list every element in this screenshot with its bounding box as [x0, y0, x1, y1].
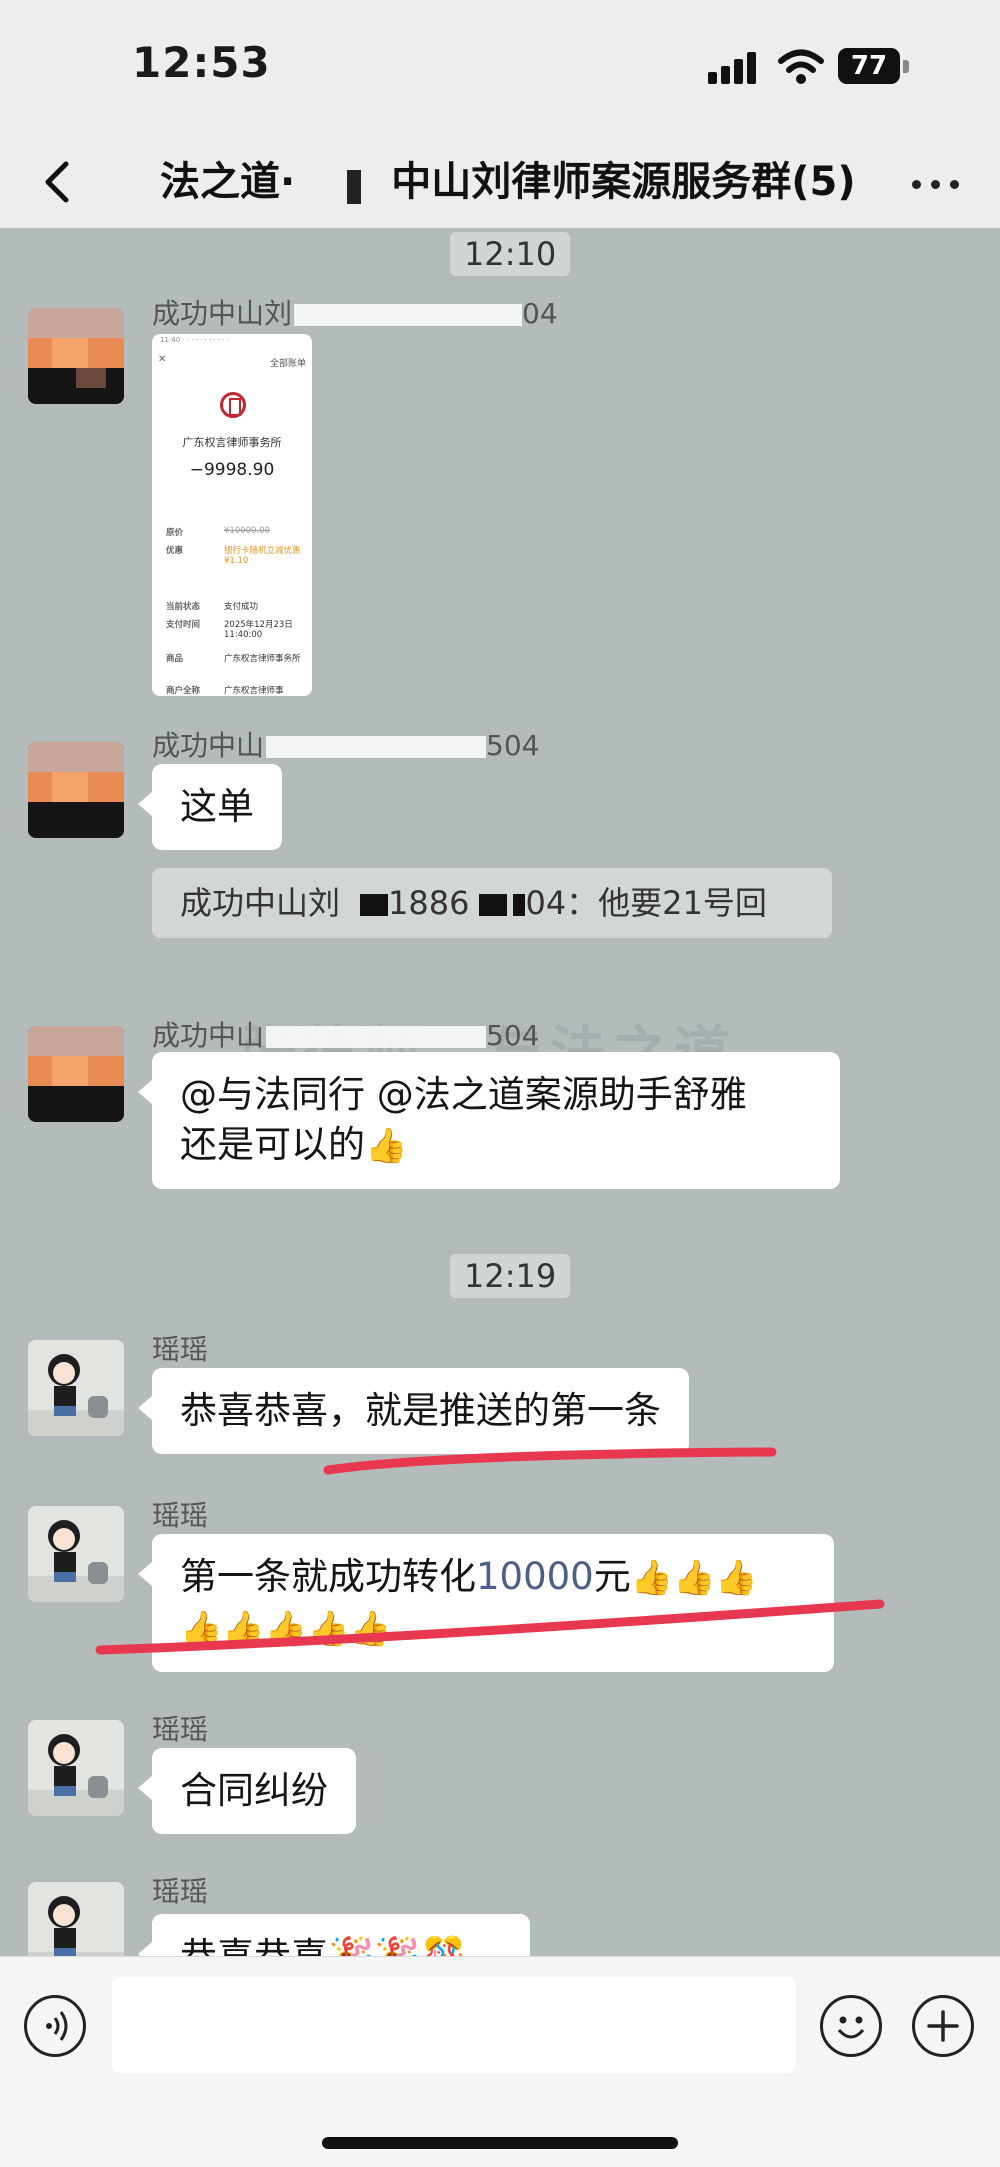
thumbs-up-emoji: 👍: [673, 1558, 716, 1598]
message-bubble[interactable]: @与法同行 @法之道案源助手舒雅 还是可以的👍: [138, 1052, 840, 1189]
chat-title-suffix: 中山刘律师案源服务群(5): [391, 159, 856, 205]
girl-avatar-icon: [28, 1882, 124, 1956]
sender-name: 成功中山 504: [152, 1019, 540, 1052]
status-bar: 12:53 77: [0, 0, 1000, 140]
receipt-row: 商品 广东权言律师事务所: [166, 654, 301, 664]
thumbs-up-emoji: 👍: [630, 1558, 674, 1598]
thumbs-up-emoji: 👍: [349, 1609, 392, 1649]
avatar[interactable]: [28, 1340, 124, 1436]
receipt-amount: −9998.90: [189, 460, 275, 480]
party-emoji: 🎉🎉🎊: [328, 1935, 466, 1956]
receipt-statusbar: 11:40 · · · · · · · · · · ·: [160, 336, 230, 344]
signal-icon: [708, 52, 762, 84]
sender-name: 瑶瑶: [152, 1499, 209, 1532]
quoted-message[interactable]: 成功中山刘 1886 04：他要21号回: [152, 868, 832, 938]
emoji-icon[interactable]: [820, 1995, 882, 2057]
avatar[interactable]: [28, 742, 124, 838]
message-line: 👍👍👍👍👍: [180, 1603, 806, 1654]
receipt-image[interactable]: 11:40 · · · · · · · · · · · ✕ 全部账单 广东权言律…: [152, 334, 312, 696]
message-bubble[interactable]: 合同纠纷: [138, 1748, 356, 1834]
thumbs-up-emoji: 👍: [222, 1609, 265, 1649]
thumbs-up-emoji: 👍: [264, 1609, 308, 1649]
girl-avatar-icon: [28, 1340, 124, 1436]
wifi-icon: [778, 49, 824, 84]
receipt-all-bills: 全部账单: [269, 359, 306, 369]
input-bar: [0, 1956, 1000, 2167]
thumbs-up-emoji: 👍: [180, 1609, 223, 1649]
amount-text: 10000: [476, 1555, 594, 1598]
message-line: 第一条就成功转化10000元👍👍👍: [180, 1552, 806, 1603]
timestamp: 12:10: [450, 232, 571, 276]
thumbs-up-emoji: 👍: [365, 1126, 408, 1166]
girl-avatar-icon: [28, 1506, 124, 1602]
receipt-close-icon: ✕: [158, 354, 167, 365]
avatar[interactable]: [28, 1882, 124, 1956]
avatar[interactable]: [28, 1026, 124, 1122]
receipt-row: 当前状态 支付成功: [166, 602, 259, 612]
chat-title-prefix: 法之道·: [160, 159, 296, 205]
sender-name: 瑶瑶: [152, 1875, 209, 1908]
avatar[interactable]: [28, 1720, 124, 1816]
nav-bar: 法之道· 中山刘律师案源服务群(5): [0, 140, 1000, 228]
chat-area[interactable]: 张律师…与法之道 12:10 成功中山刘04 11:40 · · · · · ·…: [0, 228, 1000, 1956]
top-bar: 12:53 77 法之道· 中山刘律师案源服务群(5): [0, 0, 1000, 228]
receipt-row: 商户全称 广东权言律师事: [166, 686, 284, 696]
plus-icon[interactable]: [912, 1995, 974, 2057]
battery-icon: 77: [838, 48, 900, 84]
receipt-row: 优惠 银行卡随机立减优惠¥1.10: [166, 546, 301, 566]
back-chevron-icon[interactable]: [30, 150, 90, 214]
receipt-row: 支付时间 2025年12月23日 11:40:00: [166, 620, 293, 640]
receipt-merchant: 广东权言律师事务所: [182, 436, 282, 449]
sender-name: 成功中山刘 04: [152, 297, 558, 330]
thumbs-up-emoji: 👍: [715, 1558, 758, 1598]
message-bubble[interactable]: 第一条就成功转化10000元👍👍👍 👍👍👍👍👍: [138, 1534, 834, 1672]
message-line: @与法同行 @法之道案源助手舒雅: [180, 1073, 747, 1116]
message-input[interactable]: [112, 1977, 796, 2073]
avatar[interactable]: [28, 1506, 124, 1602]
sender-name: 瑶瑶: [152, 1333, 209, 1366]
receipt-row: 原价 ¥10000.00: [166, 526, 270, 538]
timestamp: 12:19: [450, 1254, 571, 1298]
girl-avatar-icon: [28, 1720, 124, 1816]
more-dots-icon[interactable]: [908, 164, 964, 204]
message-bubble[interactable]: 恭喜恭喜，就是推送的第一条: [138, 1368, 689, 1454]
chat-title: 法之道· 中山刘律师案源服务群(5): [160, 150, 860, 214]
battery-cap: [903, 60, 909, 73]
message-bubble[interactable]: 恭喜恭喜🎉🎉🎊: [138, 1914, 530, 1956]
message-bubble[interactable]: 这单: [138, 764, 282, 850]
home-indicator: [322, 2137, 678, 2149]
avatar[interactable]: [28, 308, 124, 404]
message-line: 还是可以的👍: [180, 1120, 812, 1171]
voice-icon[interactable]: [24, 1995, 86, 2057]
title-redaction: [295, 164, 392, 204]
status-time: 12:53: [132, 38, 271, 87]
thumbs-up-emoji: 👍: [307, 1609, 350, 1649]
bank-logo-icon: [220, 392, 246, 418]
sender-name: 成功中山 504: [152, 729, 540, 762]
sender-name: 瑶瑶: [152, 1713, 209, 1746]
